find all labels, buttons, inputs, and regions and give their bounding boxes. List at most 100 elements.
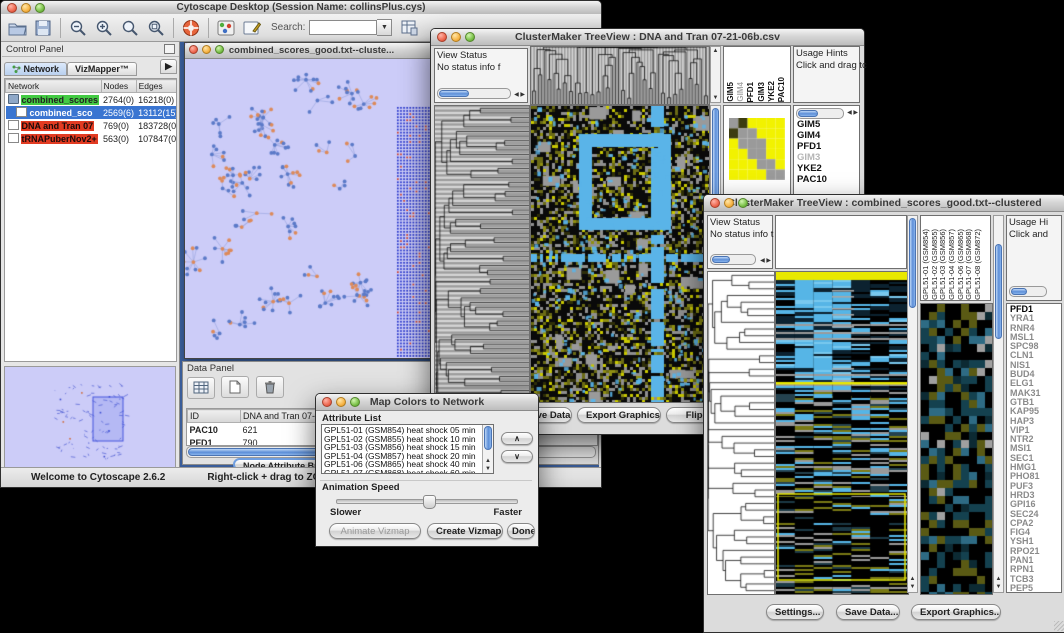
tv2-column-labels-panel: GPL51-01 (GSM854)GPL51-02 (GSM855)GPL51-… (920, 215, 991, 301)
network-overview-birdseye[interactable] (4, 366, 176, 472)
tv2-row-dendrogram[interactable] (707, 271, 775, 595)
tv2-export-graphics-button[interactable]: Export Graphics... (911, 604, 1001, 620)
animation-speed-slider[interactable] (336, 499, 518, 504)
usage-hints-text: Click and (1007, 229, 1061, 240)
tab-vizmapper[interactable]: VizMapper™ (67, 62, 137, 76)
resize-grip[interactable] (1054, 621, 1064, 631)
network-col-header[interactable]: Edges (136, 80, 177, 93)
tv1-gene-label[interactable]: GIM5 (797, 119, 859, 130)
treeview2-window[interactable]: ClusterMaker TreeView : combined_scores_… (703, 194, 1064, 633)
tv1-global-heatmap[interactable] (530, 105, 710, 403)
zoom-out-icon[interactable] (66, 17, 90, 39)
zoom-fit-icon[interactable] (144, 17, 168, 39)
network-col-header[interactable]: Network (6, 80, 102, 93)
tv2-settings-button[interactable]: Settings... (766, 604, 824, 620)
tv1-gene-label[interactable]: GIM4 (797, 130, 859, 141)
main-titlebar[interactable]: Cytoscape Desktop (Session Name: collins… (1, 1, 601, 15)
view-status-title: View Status (708, 216, 772, 229)
network-col-header[interactable]: Nodes (101, 80, 136, 93)
delete-attribute-trash-icon[interactable] (256, 376, 284, 398)
annotation-icon[interactable] (240, 17, 264, 39)
map-colors-dialog[interactable]: Map Colors to Network Attribute List GPL… (315, 393, 539, 547)
network-row[interactable]: tRNAPuberNov2+563(0)107847(0) (6, 132, 178, 145)
tv1-gene-hscrollbar[interactable] (796, 108, 844, 119)
tv2-global-heatmap[interactable] (775, 271, 909, 595)
tab-more-button[interactable]: ▶ (160, 59, 177, 74)
tv1-row-dendrogram[interactable] (434, 105, 530, 403)
tv1-mini-vscrollbar[interactable]: ▲▼ (710, 46, 721, 103)
data-table-icon[interactable] (187, 377, 215, 399)
tv1-column-dendrogram[interactable] (530, 46, 710, 105)
network-edges-cell: 183728(0) (136, 119, 177, 132)
minimize-button[interactable] (202, 45, 211, 54)
close-button[interactable] (7, 3, 17, 13)
done-button[interactable]: Done (507, 523, 535, 539)
minimize-button[interactable] (336, 397, 346, 407)
tv1-column-label: PFD1 (746, 82, 755, 102)
tv2-save-data-button[interactable]: Save Data... (836, 604, 900, 620)
zoom-button[interactable] (350, 397, 360, 407)
tv1-export-graphics-button[interactable]: Export Graphics... (577, 407, 661, 423)
move-down-button[interactable]: ∨ (501, 450, 533, 463)
close-button[interactable] (437, 32, 447, 42)
animate-vizmap-button[interactable]: Animate Vizmap (329, 523, 421, 539)
tv2-gene-list-panel[interactable]: PFD1YRA1RNR4MSL1SPC98CLN1NIS1BUD4ELG1MAK… (1006, 303, 1062, 593)
view-status-scrollbar[interactable] (437, 88, 511, 99)
save-icon[interactable] (31, 17, 55, 39)
view-status-text: No status info t (708, 229, 772, 240)
usage-hints-title: Usage Hi (1007, 216, 1061, 229)
search-dropdown-button[interactable]: ▼ (377, 19, 392, 36)
tv1-gene-label[interactable]: GIM3 (797, 152, 859, 163)
zoom-actual-icon[interactable] (118, 17, 142, 39)
scroll-left-right-arrows[interactable]: ◀ ▶ (847, 110, 858, 116)
attribute-table-icon[interactable] (397, 17, 421, 39)
network-name-cell[interactable]: tRNAPuberNov2+ (6, 132, 102, 145)
network-row[interactable]: DNA and Tran 07769(0)183728(0) (6, 119, 178, 132)
minimize-button[interactable] (724, 198, 734, 208)
network-row[interactable]: combined_scores2764(0)16218(0) (6, 93, 178, 107)
network-view-window[interactable]: combined_scores_good.txt--cluste... (184, 42, 439, 359)
network-name-cell[interactable]: DNA and Tran 07 (6, 119, 102, 132)
slider-thumb[interactable] (423, 495, 436, 509)
view-status-scrollbar[interactable] (710, 254, 756, 265)
new-attribute-icon[interactable] (221, 376, 249, 398)
tv2-global-vscrollbar[interactable]: ▲▼ (907, 215, 918, 593)
view-status-text: No status info f (435, 62, 527, 73)
open-folder-icon[interactable] (5, 17, 29, 39)
close-button[interactable] (189, 45, 198, 54)
zoom-button[interactable] (215, 45, 224, 54)
zoom-button[interactable] (738, 198, 748, 208)
scroll-left-right-arrows[interactable]: ◀ ▶ (760, 258, 771, 264)
usage-hints-scrollbar[interactable] (1009, 286, 1047, 297)
tv2-gene-list-scrollbar[interactable]: ▲▼ (993, 215, 1004, 593)
help-ring-icon[interactable] (179, 17, 203, 39)
tv1-gene-label[interactable]: PAC10 (797, 174, 859, 185)
scroll-left-right-arrows[interactable]: ◀ ▶ (514, 92, 525, 98)
network-name: tRNAPuberNov2+ (21, 134, 98, 144)
network-graph-canvas[interactable] (185, 59, 436, 357)
vizmap-icon[interactable] (214, 17, 238, 39)
attr-col-id[interactable]: ID (188, 410, 241, 423)
tv2-column-dendrogram-panel[interactable] (775, 215, 907, 269)
attribute-list-scrollbar[interactable]: ▲▼ (482, 425, 493, 473)
network-row[interactable]: combined_sco2569(6)13112(15) (6, 106, 178, 119)
zoom-button[interactable] (35, 3, 45, 13)
minimize-button[interactable] (21, 3, 31, 13)
move-up-button[interactable]: ∧ (501, 432, 533, 445)
attribute-list-item[interactable]: GPL51-07 (GSM868) heat shock 60 min (324, 469, 491, 474)
network-name-cell[interactable]: combined_sco (6, 106, 102, 119)
tv1-gene-label[interactable]: PFD1 (797, 141, 859, 152)
zoom-button[interactable] (465, 32, 475, 42)
search-input[interactable] (309, 20, 377, 35)
tv2-zoom-heatmap[interactable] (920, 303, 993, 595)
network-name-cell[interactable]: combined_scores (6, 93, 102, 107)
tab-network[interactable]: Network (4, 62, 67, 76)
float-panel-icon[interactable] (164, 44, 175, 54)
close-button[interactable] (710, 198, 720, 208)
attribute-listbox[interactable]: GPL51-01 (GSM854) heat shock 05 minGPL51… (321, 424, 494, 474)
tv1-gene-label[interactable]: YKE2 (797, 163, 859, 174)
minimize-button[interactable] (451, 32, 461, 42)
zoom-in-icon[interactable] (92, 17, 116, 39)
create-vizmap-button[interactable]: Create Vizmap (427, 523, 503, 539)
close-button[interactable] (322, 397, 332, 407)
